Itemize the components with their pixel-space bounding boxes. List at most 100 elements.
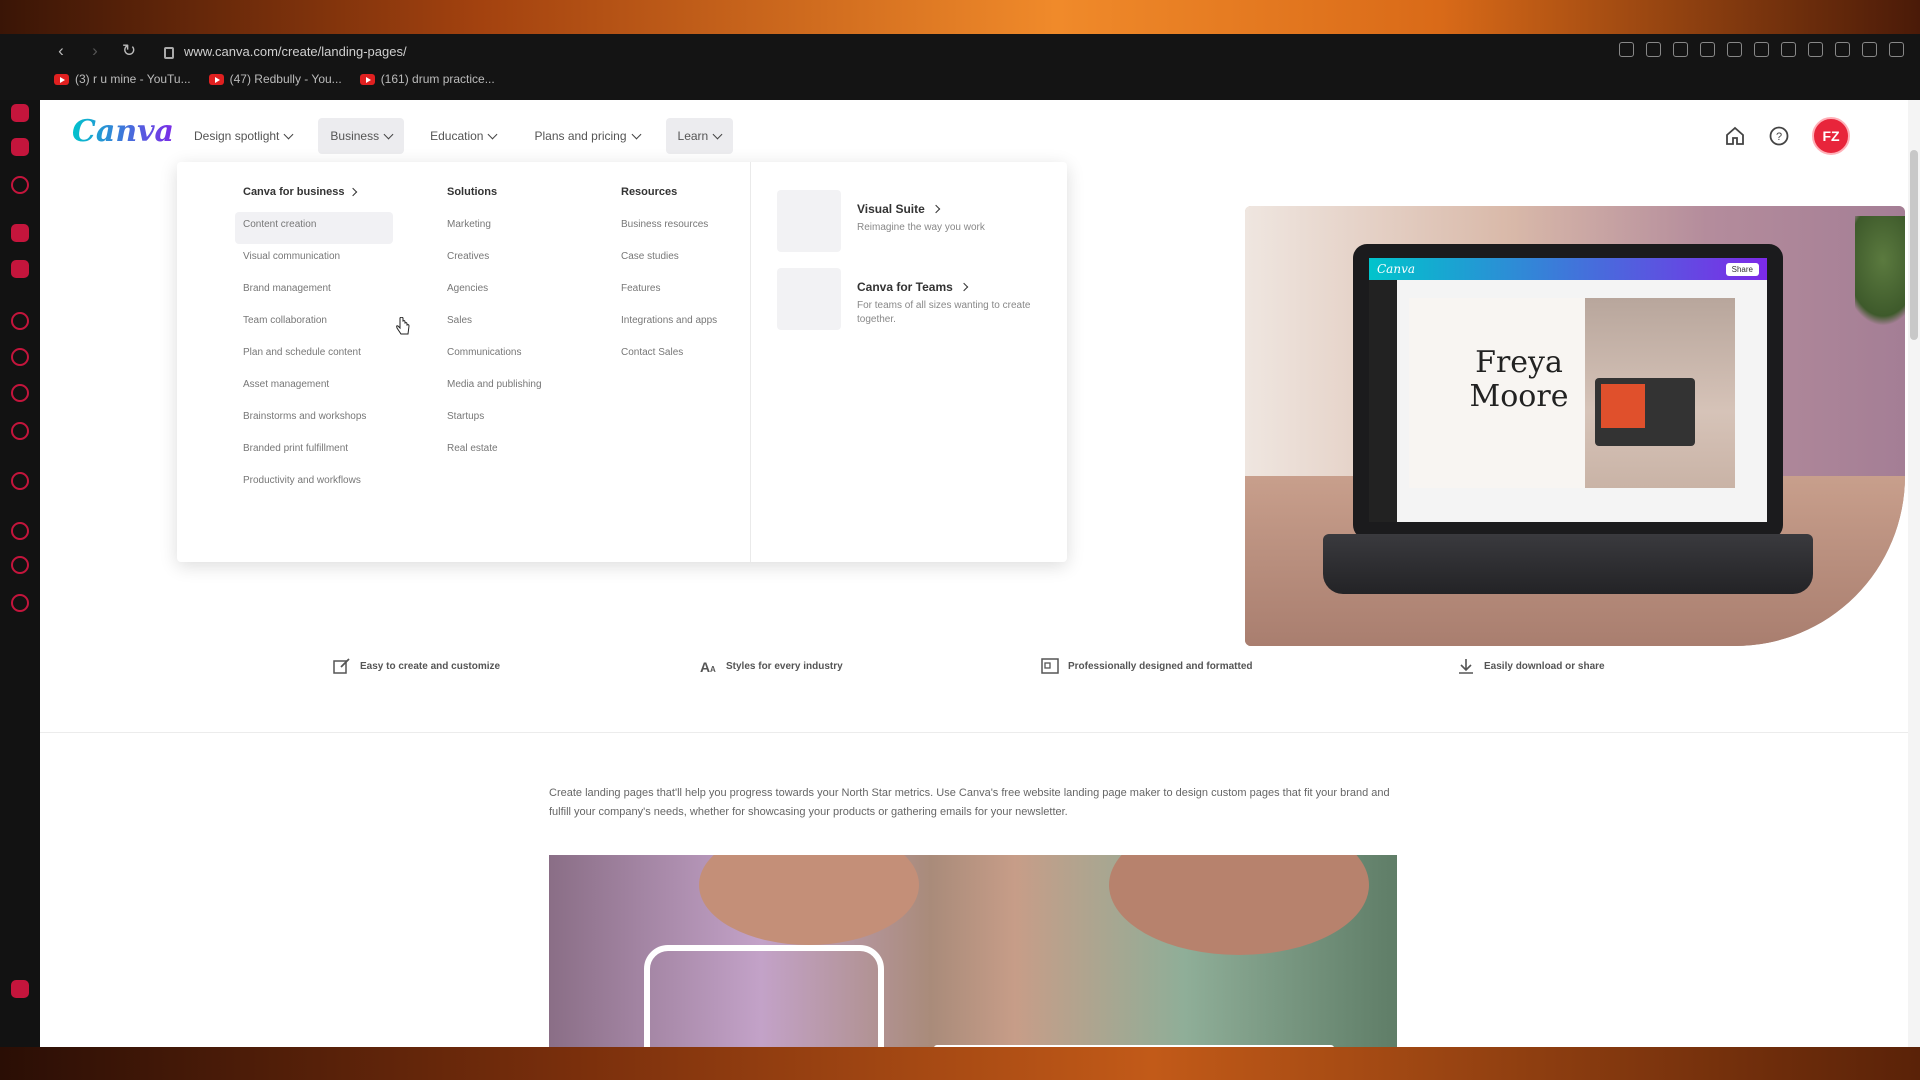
dock-app-icon[interactable] <box>11 176 29 194</box>
dropdown-link[interactable]: Marketing <box>439 212 550 244</box>
desktop-bottom-border <box>0 1047 1920 1080</box>
dock-app-icon[interactable] <box>11 384 29 402</box>
menu-learn[interactable]: Learn <box>665 118 734 154</box>
dropdown-link[interactable]: Features <box>613 276 725 308</box>
dropdown-link[interactable]: Brainstorms and workshops <box>235 404 393 436</box>
plant-decor <box>1855 216 1905 326</box>
hero-image: Canva Share Freya Moore <box>1245 206 1905 646</box>
chevron-right-icon <box>931 204 941 214</box>
doc-title: Freya Moore <box>1469 345 1569 414</box>
canva-logo[interactable]: Canva <box>72 114 174 149</box>
home-icon[interactable] <box>1724 125 1746 147</box>
column-title: Resources <box>621 186 678 198</box>
dropdown-link[interactable]: Real estate <box>439 436 550 468</box>
dropdown-link[interactable]: Productivity and workflows <box>235 468 393 500</box>
dock-app-icon[interactable] <box>11 348 29 366</box>
dropdown-link[interactable]: Media and publishing <box>439 372 550 404</box>
dropdown-column-solutions: Solutions Marketing Creatives Agencies S… <box>447 184 550 468</box>
feature-label: Professionally designed and formatted <box>1068 660 1253 672</box>
menu-label: Learn <box>677 129 709 143</box>
dropdown-link[interactable]: Creatives <box>439 244 550 276</box>
dropdown-link[interactable]: Team collaboration <box>235 308 393 340</box>
menu-label: Education <box>430 129 484 143</box>
dock-app-icon[interactable] <box>11 260 29 278</box>
extension-icon[interactable] <box>1727 42 1742 57</box>
chevron-down-icon <box>712 129 723 139</box>
menu-label: Business <box>330 129 380 143</box>
feature-thumbnail <box>777 268 841 330</box>
url-text[interactable]: www.canva.com/create/landing-pages/ <box>184 44 407 59</box>
dropdown-link[interactable]: Integrations and apps <box>613 308 725 340</box>
dropdown-link[interactable]: Business resources <box>613 212 725 244</box>
dock-app-icon[interactable] <box>11 594 29 612</box>
scrollbar-thumb[interactable] <box>1910 150 1918 340</box>
dropdown-link[interactable]: Asset management <box>235 372 393 404</box>
dock-app-icon[interactable] <box>11 104 29 122</box>
feature-description: Reimagine the way you work <box>857 222 985 233</box>
dock-app-icon[interactable] <box>11 472 29 490</box>
address-bar[interactable]: www.canva.com/create/landing-pages/ <box>164 39 1564 63</box>
avatar[interactable]: FZ <box>1812 117 1850 155</box>
bookmark-label: (47) Redbully - You... <box>229 72 342 86</box>
dropdown-link[interactable]: Agencies <box>439 276 550 308</box>
dock-app-icon[interactable] <box>11 224 29 242</box>
bookmark-item[interactable]: (161) drum practice... <box>359 72 495 86</box>
svg-text:A: A <box>700 659 710 675</box>
dropdown-link[interactable]: Branded print fulfillment <box>235 436 393 468</box>
extension-icon[interactable] <box>1700 42 1715 57</box>
menu-plans-pricing[interactable]: Plans and pricing <box>522 118 651 154</box>
chevron-right-icon <box>959 282 969 292</box>
menu-business[interactable]: Business <box>318 118 405 154</box>
features-row: Easy to create and customize AA Styles f… <box>40 656 1920 700</box>
extension-icon[interactable] <box>1808 42 1823 57</box>
dock-app-icon[interactable] <box>11 980 29 998</box>
app-dock <box>0 34 40 1047</box>
feature-title: Canva for Teams <box>857 280 953 294</box>
extension-icon[interactable] <box>1754 42 1769 57</box>
bookmark-item[interactable]: (3) r u mine - YouTu... <box>54 72 191 86</box>
section-divider <box>40 732 1920 733</box>
extension-icon[interactable] <box>1862 42 1877 57</box>
help-icon[interactable]: ? <box>1768 125 1790 147</box>
dropdown-link[interactable]: Visual communication <box>235 244 393 276</box>
extension-icon[interactable] <box>1673 42 1688 57</box>
dock-app-icon[interactable] <box>11 556 29 574</box>
youtube-icon <box>208 73 224 85</box>
extension-icon[interactable] <box>1619 42 1634 57</box>
column-title-link[interactable]: Canva for business <box>243 184 393 200</box>
feature-item: Easy to create and customize <box>332 656 500 676</box>
bookmark-label: (161) drum practice... <box>380 72 495 86</box>
feature-description: For teams of all sizes wanting to create… <box>857 300 1031 325</box>
extension-icon[interactable] <box>1781 42 1796 57</box>
dropdown-link[interactable]: Brand management <box>235 276 393 308</box>
laptop-mockup: Canva Share Freya Moore <box>1353 244 1783 539</box>
menu-education[interactable]: Education <box>418 118 508 154</box>
bookmark-item[interactable]: (47) Redbully - You... <box>208 72 342 86</box>
dropdown-link[interactable]: Startups <box>439 404 550 436</box>
feature-card-visual-suite[interactable]: Visual Suite Reimagine the way you work <box>777 190 1057 252</box>
feature-label: Easy to create and customize <box>360 660 501 672</box>
feature-card-canva-for-teams[interactable]: Canva for Teams For teams of all sizes w… <box>777 268 1057 330</box>
dropdown-link[interactable]: Plan and schedule content <box>235 340 393 372</box>
dock-app-icon[interactable] <box>11 522 29 540</box>
dock-app-icon[interactable] <box>11 138 29 156</box>
dock-app-icon[interactable] <box>11 422 29 440</box>
dropdown-link[interactable]: Sales <box>439 308 550 340</box>
dropdown-column-resources: Resources Business resources Case studie… <box>621 184 725 372</box>
dropdown-link[interactable]: Contact Sales <box>613 340 725 372</box>
dropdown-link[interactable]: Case studies <box>613 244 725 276</box>
dock-app-icon[interactable] <box>11 312 29 330</box>
menu-design-spotlight[interactable]: Design spotlight <box>182 118 304 154</box>
web-page: Canva Design spotlight Business Educatio… <box>40 100 1920 1047</box>
page-scrollbar[interactable] <box>1908 100 1920 1047</box>
feature-label: Easily download or share <box>1484 660 1605 672</box>
dropdown-link[interactable]: Content creation <box>235 212 393 244</box>
extension-icon[interactable] <box>1646 42 1661 57</box>
extension-icon[interactable] <box>1835 42 1850 57</box>
extension-icon[interactable] <box>1889 42 1904 57</box>
dropdown-link[interactable]: Communications <box>439 340 550 372</box>
reload-icon[interactable]: ↻ <box>120 42 138 60</box>
screen-brand: Canva <box>1377 262 1415 276</box>
back-icon[interactable]: ‹ <box>52 42 70 60</box>
forward-icon[interactable]: › <box>86 42 104 60</box>
